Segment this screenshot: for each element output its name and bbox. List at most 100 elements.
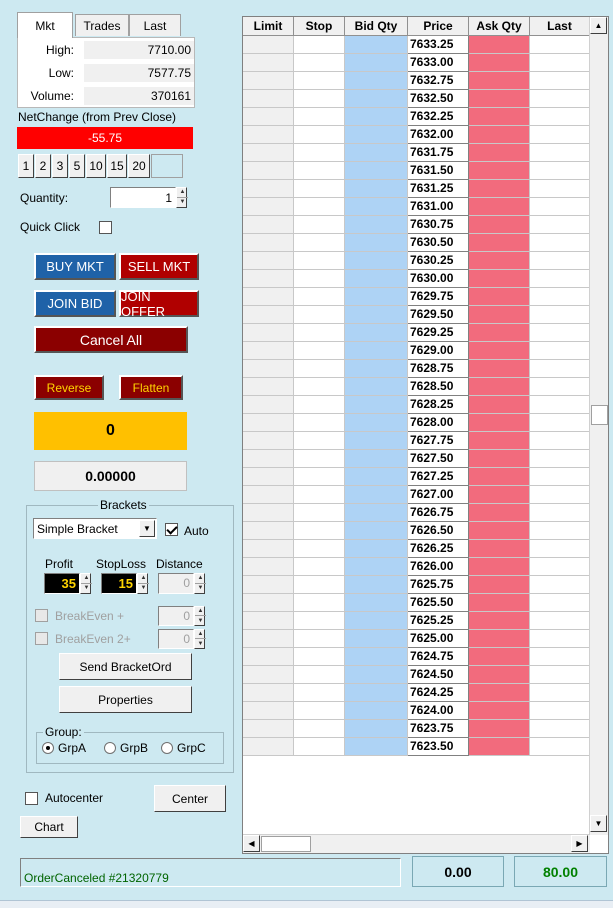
stop-cell[interactable] [294,738,345,756]
col-limit-header[interactable]: Limit [243,17,294,36]
stop-cell[interactable] [294,342,345,360]
bid-qty-cell[interactable] [345,594,408,612]
stop-cell[interactable] [294,648,345,666]
tab-mkt[interactable]: Mkt [17,12,73,38]
tab-trades[interactable]: Trades [75,14,129,36]
scroll-left-icon[interactable]: ◀ [243,835,260,852]
ask-qty-cell[interactable] [469,378,530,396]
stop-cell[interactable] [294,288,345,306]
bid-qty-cell[interactable] [345,666,408,684]
bid-qty-cell[interactable] [345,558,408,576]
limit-cell[interactable] [243,198,294,216]
limit-cell[interactable] [243,306,294,324]
bid-qty-cell[interactable] [345,702,408,720]
stop-cell[interactable] [294,468,345,486]
limit-cell[interactable] [243,432,294,450]
bid-qty-cell[interactable] [345,126,408,144]
scroll-down-icon[interactable]: ▼ [590,815,607,832]
ask-qty-cell[interactable] [469,468,530,486]
ask-qty-cell[interactable] [469,252,530,270]
spin-up-icon[interactable]: ▲ [138,574,149,584]
bid-qty-cell[interactable] [345,414,408,432]
stop-cell[interactable] [294,450,345,468]
join-bid-button[interactable]: JOIN BID [34,290,116,317]
qty-preset-10[interactable]: 10 [86,154,106,178]
limit-cell[interactable] [243,540,294,558]
ask-qty-cell[interactable] [469,540,530,558]
stop-cell[interactable] [294,630,345,648]
stop-cell[interactable] [294,522,345,540]
bid-qty-cell[interactable] [345,684,408,702]
tab-last[interactable]: Last [129,14,181,36]
limit-cell[interactable] [243,648,294,666]
stop-cell[interactable] [294,90,345,108]
col-bid-qty-header[interactable]: Bid Qty [345,17,408,36]
stop-cell[interactable] [294,666,345,684]
quick-click-checkbox[interactable] [99,221,112,234]
reverse-button[interactable]: Reverse [34,375,104,400]
stop-cell[interactable] [294,378,345,396]
spin-down-icon[interactable]: ▼ [195,639,206,648]
limit-cell[interactable] [243,522,294,540]
limit-cell[interactable] [243,108,294,126]
limit-cell[interactable] [243,396,294,414]
bid-qty-cell[interactable] [345,522,408,540]
bid-qty-cell[interactable] [345,252,408,270]
sell-mkt-button[interactable]: SELL MKT [119,253,199,280]
limit-cell[interactable] [243,576,294,594]
limit-cell[interactable] [243,234,294,252]
chevron-down-icon[interactable]: ▼ [139,520,155,537]
grpc-radio[interactable] [161,742,173,754]
bid-qty-cell[interactable] [345,306,408,324]
ask-qty-cell[interactable] [469,216,530,234]
profit-input[interactable]: 35 [44,573,80,594]
ask-qty-cell[interactable] [469,432,530,450]
stop-cell[interactable] [294,306,345,324]
limit-cell[interactable] [243,324,294,342]
limit-cell[interactable] [243,162,294,180]
bid-qty-cell[interactable] [345,360,408,378]
limit-cell[interactable] [243,504,294,522]
col-stop-header[interactable]: Stop [294,17,345,36]
bid-qty-cell[interactable] [345,612,408,630]
ask-qty-cell[interactable] [469,126,530,144]
flatten-button[interactable]: Flatten [119,375,183,400]
bid-qty-cell[interactable] [345,288,408,306]
limit-cell[interactable] [243,216,294,234]
ask-qty-cell[interactable] [469,234,530,252]
bid-qty-cell[interactable] [345,180,408,198]
ask-qty-cell[interactable] [469,738,530,756]
bid-qty-cell[interactable] [345,144,408,162]
spin-down-icon[interactable]: ▼ [81,584,92,594]
stop-cell[interactable] [294,270,345,288]
stop-cell[interactable] [294,360,345,378]
limit-cell[interactable] [243,684,294,702]
scroll-thumb[interactable] [591,405,608,425]
spin-up-icon[interactable]: ▲ [195,574,206,584]
limit-cell[interactable] [243,612,294,630]
qty-preset-5[interactable]: 5 [69,154,85,178]
bid-qty-cell[interactable] [345,630,408,648]
ask-qty-cell[interactable] [469,504,530,522]
limit-cell[interactable] [243,450,294,468]
bid-qty-cell[interactable] [345,324,408,342]
ask-qty-cell[interactable] [469,522,530,540]
ask-qty-cell[interactable] [469,72,530,90]
stop-cell[interactable] [294,612,345,630]
stop-cell[interactable] [294,432,345,450]
auto-checkbox[interactable] [165,523,178,536]
bid-qty-cell[interactable] [345,396,408,414]
stop-cell[interactable] [294,414,345,432]
limit-cell[interactable] [243,270,294,288]
breakeven1-input[interactable]: 0 [158,606,194,626]
ask-qty-cell[interactable] [469,648,530,666]
profit-spinner[interactable]: ▲ ▼ [80,573,92,594]
ask-qty-cell[interactable] [469,630,530,648]
breakeven2-spinner[interactable]: ▲ ▼ [194,629,206,649]
send-bracket-button[interactable]: Send BracketOrd [59,653,192,680]
qty-preset-1[interactable]: 1 [18,154,34,178]
spin-up-icon[interactable]: ▲ [81,574,92,584]
hscroll-thumb[interactable] [261,836,311,852]
bid-qty-cell[interactable] [345,342,408,360]
ask-qty-cell[interactable] [469,144,530,162]
